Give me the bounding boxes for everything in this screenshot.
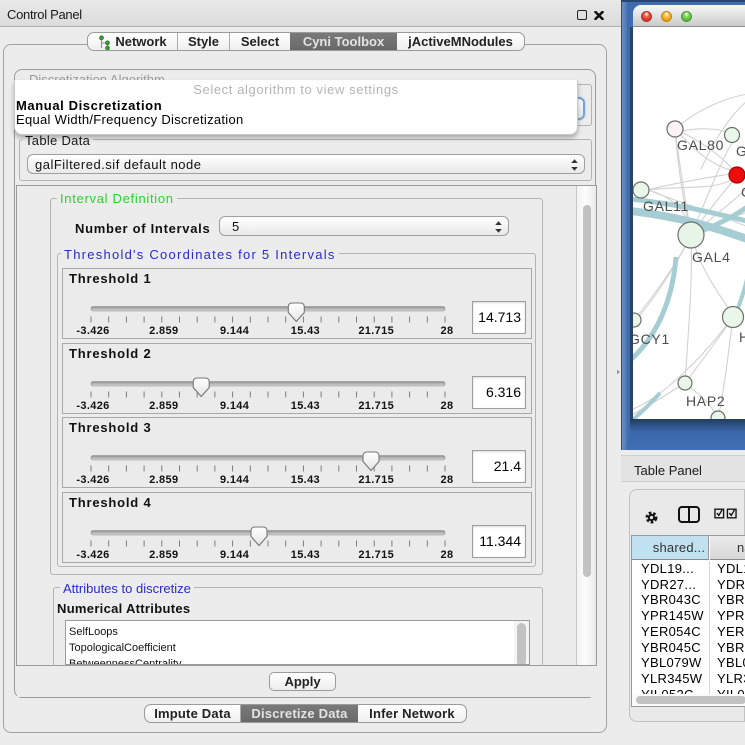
svg-text:-3.426: -3.426: [76, 474, 109, 486]
svg-text:-3.426: -3.426: [76, 325, 109, 337]
svg-text:GCY1: GCY1: [633, 331, 670, 347]
svg-text:15.43: 15.43: [291, 400, 320, 412]
svg-text:21.715: 21.715: [358, 549, 394, 561]
svg-text:9.144: 9.144: [220, 549, 250, 561]
svg-text:28: 28: [441, 549, 454, 561]
svg-text:2.859: 2.859: [149, 325, 178, 337]
svg-text:15.43: 15.43: [291, 325, 320, 337]
svg-text:GAL11: GAL11: [643, 198, 689, 214]
svg-text:H: H: [739, 329, 745, 345]
svg-text:C: C: [741, 184, 745, 200]
svg-text:28: 28: [441, 474, 454, 486]
svg-text:2.859: 2.859: [149, 474, 178, 486]
svg-text:9.144: 9.144: [220, 474, 250, 486]
svg-text:HAP2: HAP2: [686, 393, 725, 409]
svg-text:15.43: 15.43: [291, 474, 320, 486]
svg-text:21.715: 21.715: [358, 400, 394, 412]
svg-text:GAL4: GAL4: [692, 249, 731, 265]
svg-text:21.715: 21.715: [358, 474, 394, 486]
svg-text:9.144: 9.144: [220, 325, 250, 337]
svg-text:2.859: 2.859: [149, 400, 178, 412]
svg-text:21.715: 21.715: [358, 325, 394, 337]
svg-text:28: 28: [441, 325, 454, 337]
svg-text:-3.426: -3.426: [76, 400, 109, 412]
svg-text:28: 28: [441, 400, 454, 412]
svg-text:GA: GA: [736, 143, 745, 159]
svg-text:9.144: 9.144: [220, 400, 250, 412]
svg-text:GAL80: GAL80: [677, 137, 724, 153]
svg-text:-3.426: -3.426: [76, 549, 109, 561]
svg-text:15.43: 15.43: [291, 549, 320, 561]
svg-text:2.859: 2.859: [149, 549, 178, 561]
